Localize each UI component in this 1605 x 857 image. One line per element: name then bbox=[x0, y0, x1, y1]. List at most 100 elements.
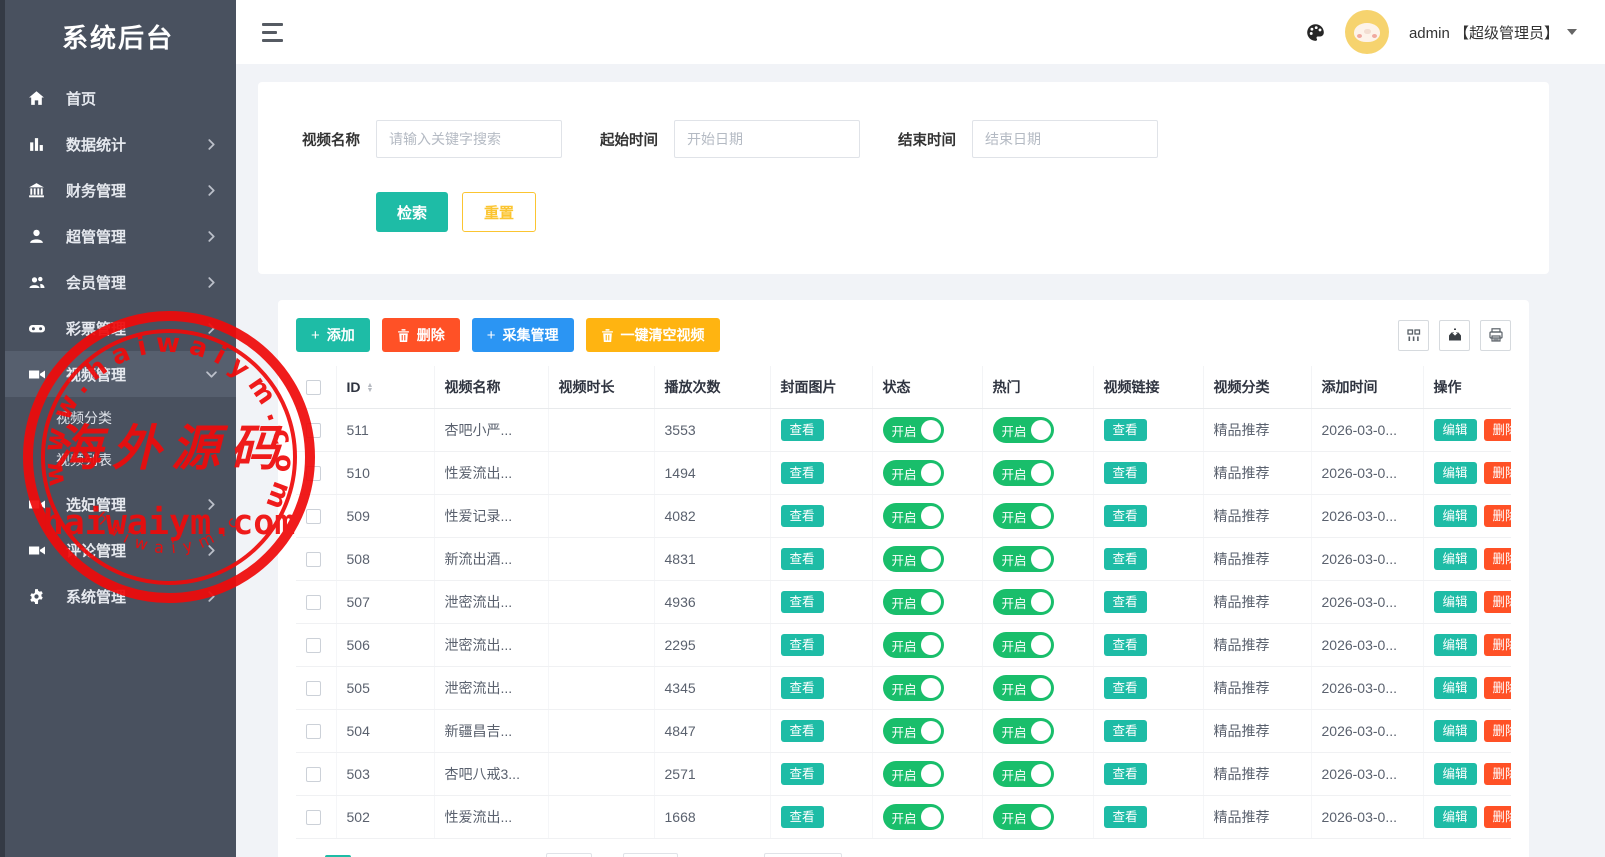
print-button[interactable] bbox=[1480, 320, 1511, 351]
view-cover-button[interactable]: 查看 bbox=[781, 806, 824, 829]
hot-toggle[interactable]: 开启 bbox=[993, 761, 1054, 787]
status-toggle[interactable]: 开启 bbox=[883, 718, 944, 744]
status-toggle[interactable]: 开启 bbox=[883, 589, 944, 615]
row-checkbox[interactable] bbox=[306, 466, 321, 481]
sidebar-item[interactable]: 数据统计 bbox=[0, 121, 236, 167]
view-cover-button[interactable]: 查看 bbox=[781, 720, 824, 743]
view-cover-button[interactable]: 查看 bbox=[781, 763, 824, 786]
view-link-button[interactable]: 查看 bbox=[1104, 806, 1147, 829]
status-toggle[interactable]: 开启 bbox=[883, 503, 944, 529]
add-button[interactable]: +添加 bbox=[296, 318, 370, 352]
batch-delete-button[interactable]: 删除 bbox=[382, 318, 460, 352]
edit-button[interactable]: 编辑 bbox=[1434, 548, 1477, 571]
status-toggle[interactable]: 开启 bbox=[883, 675, 944, 701]
sidebar-item[interactable]: 视频管理 bbox=[0, 351, 236, 397]
view-cover-button[interactable]: 查看 bbox=[781, 419, 824, 442]
view-link-button[interactable]: 查看 bbox=[1104, 462, 1147, 485]
sidebar-item[interactable]: 彩票管理 bbox=[0, 305, 236, 351]
row-checkbox[interactable] bbox=[306, 767, 321, 782]
edit-button[interactable]: 编辑 bbox=[1434, 634, 1477, 657]
view-cover-button[interactable]: 查看 bbox=[781, 505, 824, 528]
hot-toggle[interactable]: 开启 bbox=[993, 632, 1054, 658]
delete-button[interactable]: 删除 bbox=[1484, 763, 1511, 786]
status-toggle[interactable]: 开启 bbox=[883, 460, 944, 486]
row-checkbox[interactable] bbox=[306, 724, 321, 739]
hot-toggle[interactable]: 开启 bbox=[993, 804, 1054, 830]
hot-toggle[interactable]: 开启 bbox=[993, 589, 1054, 615]
search-button[interactable]: 检索 bbox=[376, 192, 448, 232]
view-cover-button[interactable]: 查看 bbox=[781, 634, 824, 657]
delete-button[interactable]: 删除 bbox=[1484, 591, 1511, 614]
edit-button[interactable]: 编辑 bbox=[1434, 419, 1477, 442]
start-date-input[interactable] bbox=[674, 120, 860, 158]
view-cover-button[interactable]: 查看 bbox=[781, 462, 824, 485]
hot-toggle[interactable]: 开启 bbox=[993, 718, 1054, 744]
sidebar-item[interactable]: 超管管理 bbox=[0, 213, 236, 259]
sidebar-item[interactable]: 财务管理 bbox=[0, 167, 236, 213]
view-cover-button[interactable]: 查看 bbox=[781, 548, 824, 571]
delete-button[interactable]: 删除 bbox=[1484, 677, 1511, 700]
edit-button[interactable]: 编辑 bbox=[1434, 763, 1477, 786]
hot-toggle[interactable]: 开启 bbox=[993, 460, 1054, 486]
admin-dropdown[interactable]: admin 【超级管理员】 bbox=[1409, 22, 1577, 43]
column-header[interactable]: ID▲▼ bbox=[336, 366, 434, 409]
view-link-button[interactable]: 查看 bbox=[1104, 505, 1147, 528]
sidebar-item[interactable]: 视频列表 bbox=[0, 439, 236, 481]
delete-button[interactable]: 删除 bbox=[1484, 505, 1511, 528]
status-toggle[interactable]: 开启 bbox=[883, 761, 944, 787]
view-cover-button[interactable]: 查看 bbox=[781, 677, 824, 700]
status-toggle[interactable]: 开启 bbox=[883, 417, 944, 443]
collect-manage-button[interactable]: +采集管理 bbox=[472, 318, 574, 352]
end-date-input[interactable] bbox=[972, 120, 1158, 158]
hot-toggle[interactable]: 开启 bbox=[993, 546, 1054, 572]
view-link-button[interactable]: 查看 bbox=[1104, 763, 1147, 786]
row-checkbox[interactable] bbox=[306, 423, 321, 438]
per-page-select[interactable]: 10 条/页 bbox=[764, 853, 842, 857]
view-link-button[interactable]: 查看 bbox=[1104, 720, 1147, 743]
view-link-button[interactable]: 查看 bbox=[1104, 419, 1147, 442]
edit-button[interactable]: 编辑 bbox=[1434, 462, 1477, 485]
view-link-button[interactable]: 查看 bbox=[1104, 591, 1147, 614]
delete-button[interactable]: 删除 bbox=[1484, 720, 1511, 743]
edit-button[interactable]: 编辑 bbox=[1434, 677, 1477, 700]
delete-button[interactable]: 删除 bbox=[1484, 548, 1511, 571]
delete-button[interactable]: 删除 bbox=[1484, 634, 1511, 657]
theme-palette-icon[interactable] bbox=[1306, 23, 1325, 42]
menu-collapse-icon[interactable] bbox=[258, 19, 287, 46]
hot-toggle[interactable]: 开启 bbox=[993, 503, 1054, 529]
columns-filter-button[interactable] bbox=[1398, 320, 1429, 351]
edit-button[interactable]: 编辑 bbox=[1434, 806, 1477, 829]
row-checkbox[interactable] bbox=[306, 638, 321, 653]
avatar[interactable] bbox=[1345, 10, 1389, 54]
hot-toggle[interactable]: 开启 bbox=[993, 675, 1054, 701]
edit-button[interactable]: 编辑 bbox=[1434, 505, 1477, 528]
sidebar-item[interactable]: 系统管理 bbox=[0, 573, 236, 619]
delete-button[interactable]: 删除 bbox=[1484, 419, 1511, 442]
status-toggle[interactable]: 开启 bbox=[883, 546, 944, 572]
edit-button[interactable]: 编辑 bbox=[1434, 720, 1477, 743]
view-cover-button[interactable]: 查看 bbox=[781, 591, 824, 614]
goto-confirm-button[interactable]: 确定 bbox=[623, 853, 678, 857]
hot-toggle[interactable]: 开启 bbox=[993, 417, 1054, 443]
video-name-input[interactable] bbox=[376, 120, 562, 158]
clear-all-videos-button[interactable]: 一键清空视频 bbox=[586, 318, 720, 352]
status-toggle[interactable]: 开启 bbox=[883, 804, 944, 830]
row-checkbox[interactable] bbox=[306, 810, 321, 825]
edit-button[interactable]: 编辑 bbox=[1434, 591, 1477, 614]
row-checkbox[interactable] bbox=[306, 509, 321, 524]
row-checkbox[interactable] bbox=[306, 552, 321, 567]
sort-icon[interactable]: ▲▼ bbox=[367, 383, 374, 393]
sidebar-item[interactable]: 视频分类 bbox=[0, 397, 236, 439]
sidebar-item[interactable]: 首页 bbox=[0, 75, 236, 121]
sidebar-item[interactable]: 评论管理 bbox=[0, 527, 236, 573]
view-link-button[interactable]: 查看 bbox=[1104, 677, 1147, 700]
row-checkbox[interactable] bbox=[306, 681, 321, 696]
row-checkbox[interactable] bbox=[306, 595, 321, 610]
reset-button[interactable]: 重置 bbox=[462, 192, 536, 232]
delete-button[interactable]: 删除 bbox=[1484, 806, 1511, 829]
view-link-button[interactable]: 查看 bbox=[1104, 634, 1147, 657]
view-link-button[interactable]: 查看 bbox=[1104, 548, 1147, 571]
sidebar-item[interactable]: 选妃管理 bbox=[0, 481, 236, 527]
select-all-checkbox[interactable] bbox=[306, 380, 321, 395]
sidebar-item[interactable]: 会员管理 bbox=[0, 259, 236, 305]
